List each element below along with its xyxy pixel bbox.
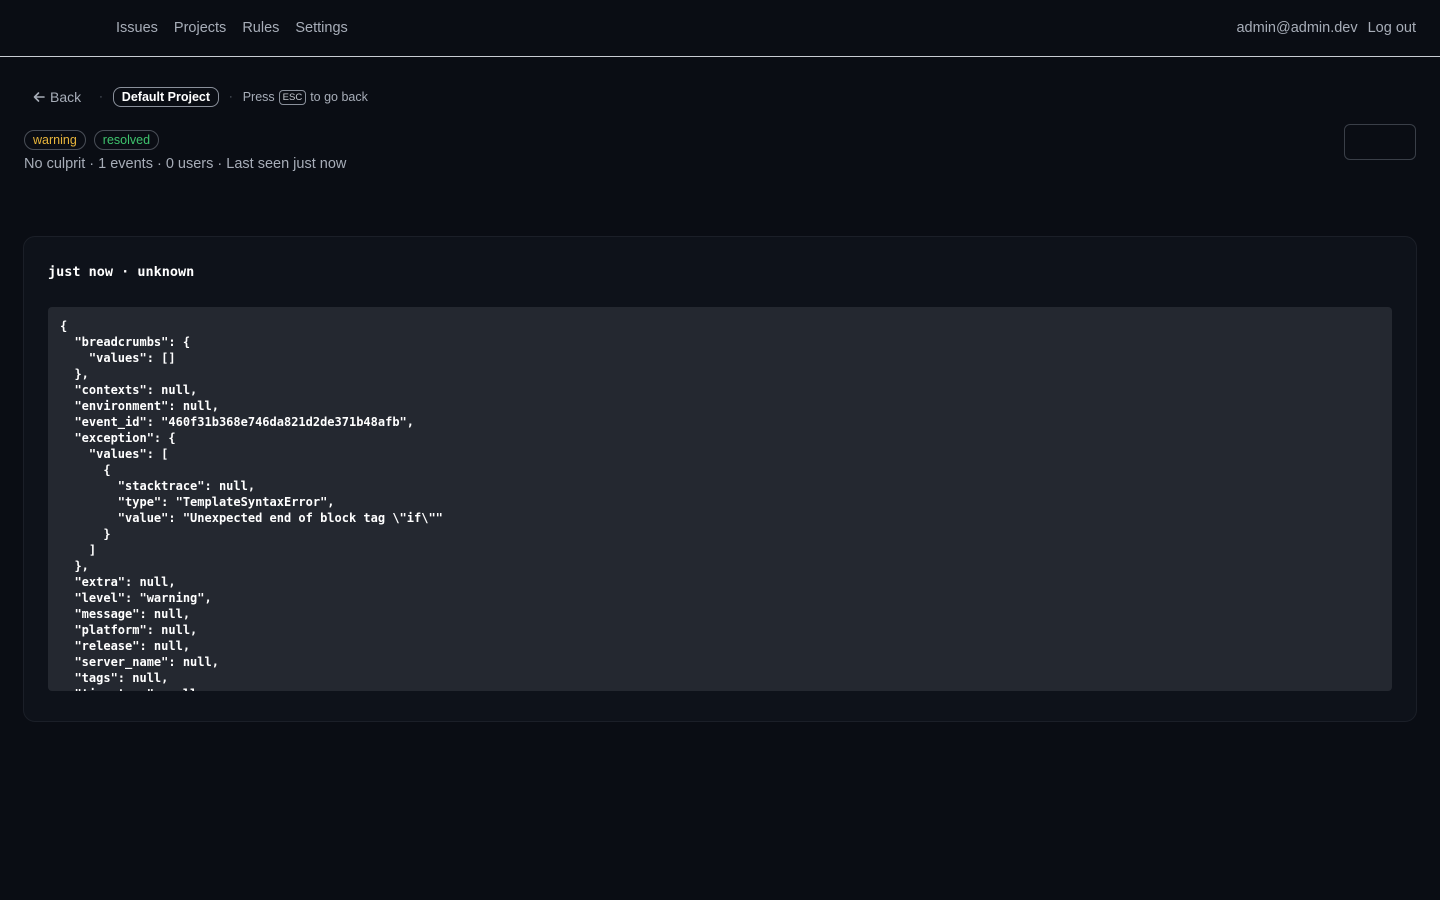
- json-line: "timestamp": null: [60, 686, 1380, 691]
- json-line: "extra": null,: [60, 575, 176, 589]
- nav-projects-link[interactable]: Projects: [174, 20, 226, 36]
- event-json-block[interactable]: { "breadcrumbs": { "values": [] }, "cont…: [48, 307, 1392, 691]
- top-navigation: Issues Projects Rules Settings admin@adm…: [0, 0, 1440, 57]
- issue-status-row: warning resolved: [0, 124, 1440, 160]
- separator-dot: ·: [229, 91, 233, 103]
- back-link[interactable]: Back: [32, 89, 81, 105]
- json-line: "level": "warning",: [60, 591, 212, 605]
- json-line: ]: [60, 543, 97, 557]
- event-heading: just now · unknown: [48, 264, 195, 280]
- json-line: "message": null,: [60, 607, 191, 621]
- arrow-left-icon: [33, 92, 45, 102]
- json-line: "exception": {: [60, 431, 176, 445]
- breadcrumb: Back · Default Project · Press ESC to go…: [0, 82, 1440, 112]
- logout-link[interactable]: Log out: [1368, 20, 1416, 36]
- project-pill[interactable]: Default Project: [112, 87, 220, 107]
- nav-issues-link[interactable]: Issues: [116, 20, 158, 36]
- level-badge: warning: [24, 130, 86, 150]
- json-line: "value": "Unexpected end of block tag \"…: [60, 511, 443, 525]
- go-back-hint: to go back: [310, 90, 368, 104]
- json-line: },: [60, 367, 89, 381]
- json-line: "tags": null,: [60, 671, 169, 685]
- event-card: just now · unknown { "breadcrumbs": { "v…: [23, 236, 1417, 722]
- json-line: "values": [: [60, 447, 169, 461]
- user-email[interactable]: admin@admin.dev: [1236, 20, 1357, 36]
- nav-user-area: admin@admin.dev Log out: [1236, 20, 1416, 36]
- press-label: Press: [242, 90, 275, 104]
- nav-settings-link[interactable]: Settings: [295, 20, 347, 36]
- json-line: "event_id": "460f31b368e746da821d2de371b…: [60, 415, 415, 429]
- issue-meta: No culprit · 1 events · 0 users · Last s…: [24, 156, 347, 172]
- nav-links: Issues Projects Rules Settings: [116, 20, 364, 36]
- nav-rules-link[interactable]: Rules: [242, 20, 279, 36]
- json-line: "type": "TemplateSyntaxError",: [60, 495, 335, 509]
- back-label: Back: [50, 89, 82, 105]
- json-line: "contexts": null,: [60, 383, 198, 397]
- json-line: "server_name": null,: [60, 655, 219, 669]
- json-line: "environment": null,: [60, 399, 219, 413]
- json-line: },: [60, 559, 89, 573]
- json-line: {: [60, 319, 68, 333]
- issue-action-button[interactable]: [1344, 124, 1416, 160]
- json-line: "release": null,: [60, 639, 191, 653]
- json-line: "stacktrace": null,: [60, 479, 256, 493]
- json-line: {: [60, 463, 111, 477]
- separator-dot: ·: [99, 91, 103, 103]
- json-line: "platform": null,: [60, 623, 198, 637]
- status-badge: resolved: [93, 130, 160, 150]
- esc-key-hint: ESC: [278, 89, 307, 105]
- json-line: }: [60, 527, 111, 541]
- json-line: "values": []: [60, 351, 176, 365]
- json-line: "breadcrumbs": {: [60, 335, 191, 349]
